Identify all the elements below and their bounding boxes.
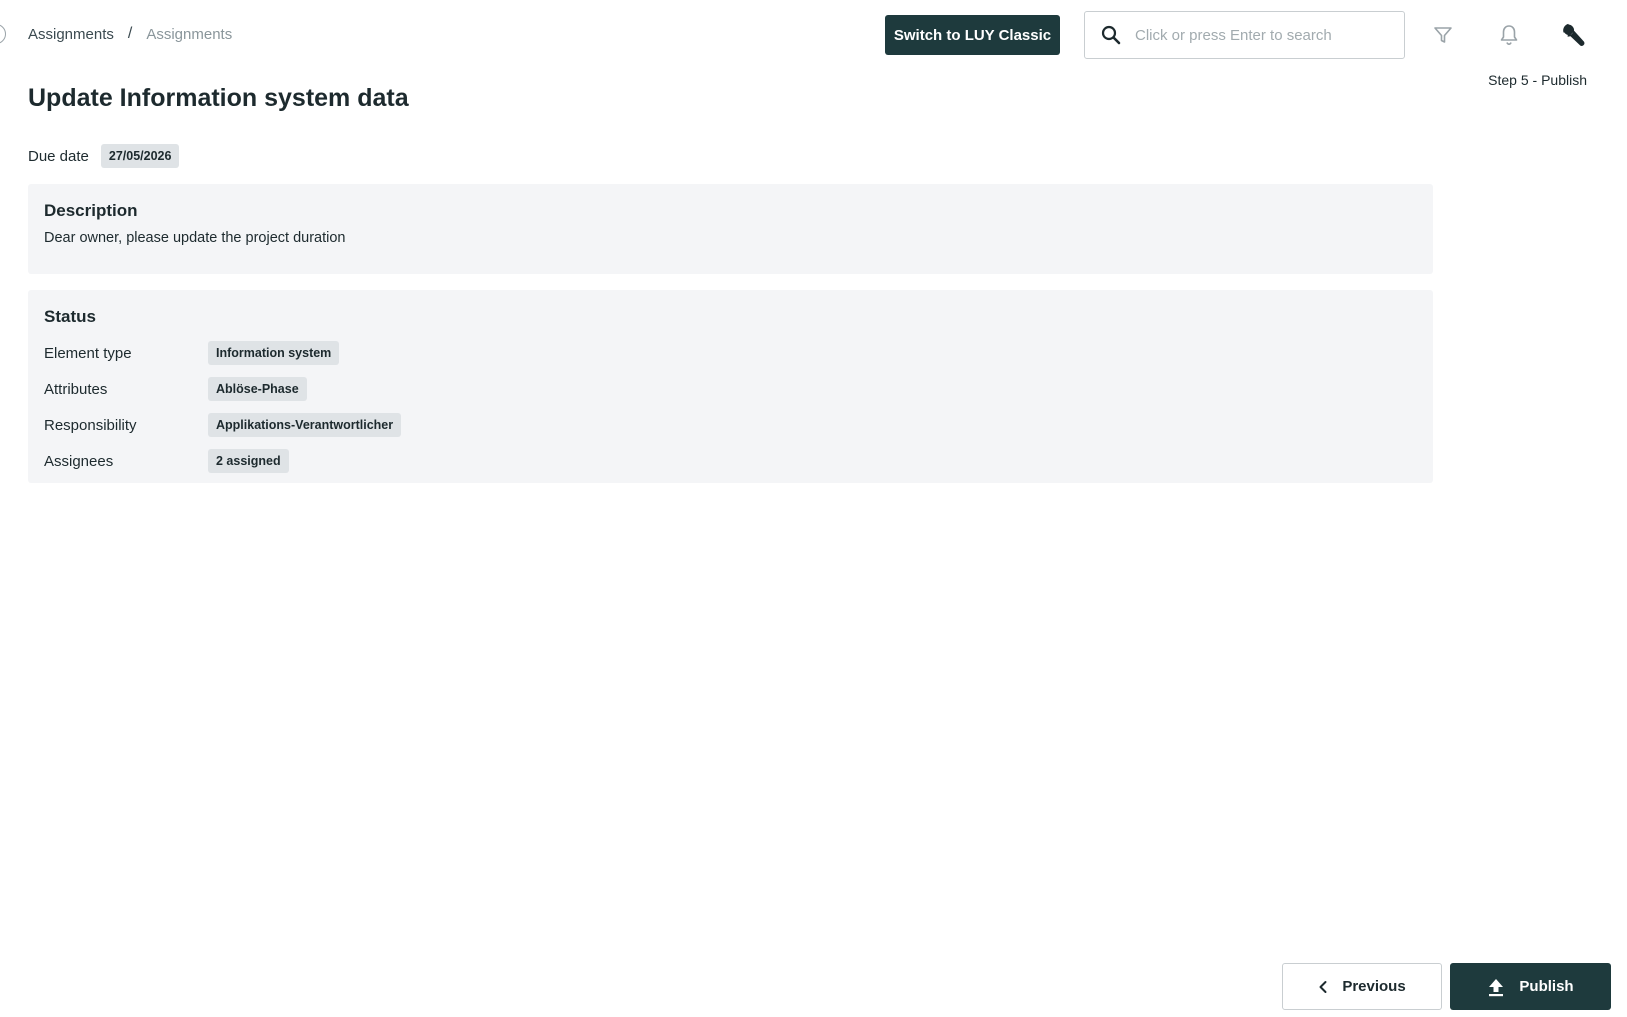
status-row-responsibility: Responsibility Applikations-Verantwortli… [44,407,1417,443]
due-date-row: Due date 27/05/2026 [28,144,180,168]
switch-to-classic-button[interactable]: Switch to LUY Classic [885,15,1060,55]
bell-icon [1500,25,1518,46]
status-key: Responsibility [44,416,137,434]
status-value-badge: Information system [208,341,340,365]
due-date-badge: 27/05/2026 [100,144,180,168]
due-date-label: Due date [28,147,89,165]
description-panel: Description Dear owner, please update th… [28,184,1433,274]
description-text: Dear owner, please update the project du… [44,230,346,246]
wrench-icon [1563,23,1585,46]
status-key: Assignees [44,452,114,470]
previous-button-label: Previous [1342,978,1406,995]
search-input[interactable] [1133,25,1397,45]
breadcrumb: Assignments / Assignments [28,25,232,43]
status-value-badge: Applikations-Verantwortlicher [208,413,402,437]
status-panel: Status Element type Information system A… [28,290,1433,483]
status-value-badge: Ablöse-Phase [208,377,307,401]
page-title: Update Information system data [28,84,409,112]
settings-button[interactable] [1559,20,1589,50]
chevron-left-icon [1319,980,1327,993]
previous-button[interactable]: Previous [1282,963,1442,1010]
status-key: Element type [44,344,132,362]
status-value-badge: 2 assigned [208,449,289,473]
filter-button[interactable] [1428,20,1458,50]
notifications-button[interactable] [1494,20,1524,50]
breadcrumb-item-assignments[interactable]: Assignments [28,26,114,43]
upload-icon [1489,978,1504,996]
status-title: Status [44,307,96,326]
filter-icon [1434,27,1452,43]
search-box[interactable] [1084,11,1405,59]
status-list: Element type Information system Attribut… [44,335,1417,479]
publish-button[interactable]: Publish [1450,963,1611,1010]
status-key: Attributes [44,380,108,398]
back-button[interactable] [0,24,6,44]
search-icon [1101,25,1121,45]
breadcrumb-item-current: Assignments [146,25,233,43]
status-row-assignees: Assignees 2 assigned [44,443,1417,479]
publish-button-label: Publish [1519,978,1574,995]
description-title: Description [44,201,138,220]
status-row-attributes: Attributes Ablöse-Phase [44,371,1417,407]
breadcrumb-separator: / [127,25,133,42]
status-row-element-type: Element type Information system [44,335,1417,371]
step-indicator: Step 5 - Publish [1488,72,1587,88]
